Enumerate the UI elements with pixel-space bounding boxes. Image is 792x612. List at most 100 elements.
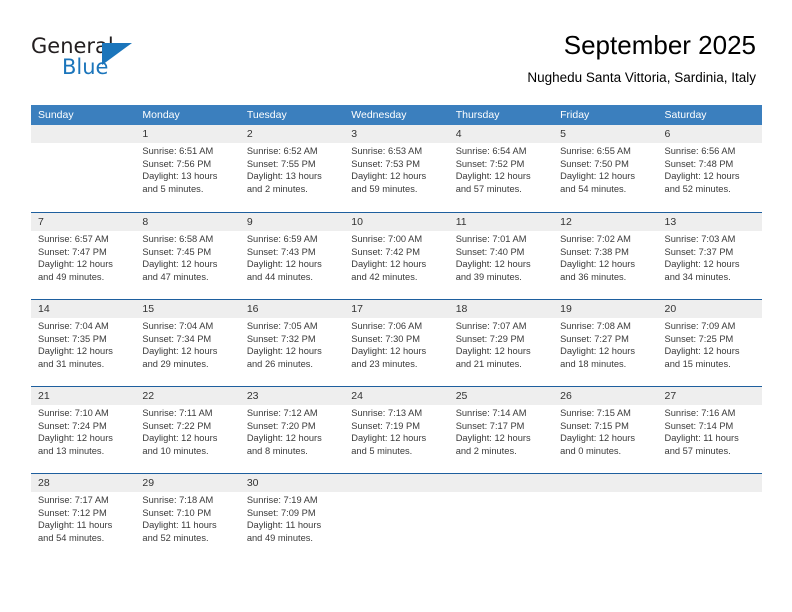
day-sun-info: Sunrise: 7:18 AM Sunset: 7:10 PM Daylight:… xyxy=(142,492,239,544)
daylight-text-line1: Daylight: 12 hours xyxy=(351,346,427,357)
calendar-weeks: 1 Sunrise: 6:51 AM Sunset: 7:56 PM Daylight… xyxy=(31,125,762,560)
day-sun-info: Sunrise: 7:00 AM Sunset: 7:42 PM Daylight:… xyxy=(351,231,448,283)
calendar-week-row: 14 Sunrise: 7:04 AM Sunset: 7:35 PM Dayligh… xyxy=(31,299,762,386)
calendar-day-cell[interactable]: 5 Sunrise: 6:55 AM Sunset: 7:50 PM Daylight… xyxy=(553,125,657,212)
daylight-text-line2: and 5 minutes. xyxy=(142,183,204,194)
calendar-day-cell[interactable]: 14 Sunrise: 7:04 AM Sunset: 7:35 PM Dayligh… xyxy=(31,300,135,386)
day-number: 7 xyxy=(38,216,44,228)
daylight-text-line1: Daylight: 12 hours xyxy=(142,346,218,357)
calendar-day-cell[interactable]: 12 Sunrise: 7:02 AM Sunset: 7:38 PM Dayligh… xyxy=(553,213,657,299)
page-subtitle: Nughedu Santa Vittoria, Sardinia, Italy xyxy=(527,70,756,85)
calendar-day-cell[interactable]: 16 Sunrise: 7:05 AM Sunset: 7:32 PM Dayligh… xyxy=(240,300,344,386)
calendar-day-cell[interactable]: 20 Sunrise: 7:09 AM Sunset: 7:25 PM Dayligh… xyxy=(658,300,762,386)
general-blue-logo: General Blue xyxy=(31,34,161,82)
calendar-week-row: 28 Sunrise: 7:17 AM Sunset: 7:12 PM Dayligh… xyxy=(31,473,762,560)
sunset-text: Sunset: 7:56 PM xyxy=(142,158,212,169)
day-number: 28 xyxy=(38,477,50,489)
day-number: 13 xyxy=(664,216,677,228)
calendar-day-cell[interactable]: 6 Sunrise: 6:56 AM Sunset: 7:48 PM Daylight… xyxy=(658,125,762,212)
calendar-day-cell[interactable]: 23 Sunrise: 7:12 AM Sunset: 7:20 PM Dayligh… xyxy=(240,387,344,473)
day-sun-info: Sunrise: 6:53 AM Sunset: 7:53 PM Daylight:… xyxy=(351,143,448,195)
calendar-day-cell[interactable]: 1 Sunrise: 6:51 AM Sunset: 7:56 PM Daylight… xyxy=(135,125,239,212)
daylight-text-line2: and 44 minutes. xyxy=(246,271,313,282)
sunset-text: Sunset: 7:52 PM xyxy=(455,158,525,169)
daylight-text-line2: and 57 minutes. xyxy=(664,445,731,456)
day-number: 21 xyxy=(38,390,50,402)
calendar-day-cell[interactable]: 27 Sunrise: 7:16 AM Sunset: 7:14 PM Dayligh… xyxy=(658,387,762,473)
calendar-day-cell[interactable]: 10 Sunrise: 7:00 AM Sunset: 7:42 PM Dayligh… xyxy=(344,213,448,299)
daylight-text-line1: Daylight: 12 hours xyxy=(351,433,427,444)
sunset-text: Sunset: 7:35 PM xyxy=(38,333,107,344)
daylight-text-line2: and 59 minutes. xyxy=(351,183,418,194)
day-number: 26 xyxy=(560,390,572,402)
calendar-day-cell-empty xyxy=(553,474,657,560)
daylight-text-line2: and 18 minutes. xyxy=(560,358,627,369)
calendar-day-cell[interactable]: 26 Sunrise: 7:15 AM Sunset: 7:15 PM Dayligh… xyxy=(553,387,657,473)
calendar-day-cell[interactable]: 19 Sunrise: 7:08 AM Sunset: 7:27 PM Dayligh… xyxy=(553,300,657,386)
day-sun-info: Sunrise: 7:19 AM Sunset: 7:09 PM Daylight:… xyxy=(247,492,344,544)
calendar-day-cell[interactable]: 18 Sunrise: 7:07 AM Sunset: 7:29 PM Dayligh… xyxy=(449,300,553,386)
day-number: 1 xyxy=(142,128,149,140)
calendar-page: General Blue September 2025 Nughedu Sant… xyxy=(0,0,792,612)
sunset-text: Sunset: 7:15 PM xyxy=(560,420,629,431)
calendar-day-cell[interactable]: 17 Sunrise: 7:06 AM Sunset: 7:30 PM Dayligh… xyxy=(344,300,448,386)
calendar-day-cell[interactable]: 29 Sunrise: 7:18 AM Sunset: 7:10 PM Dayligh… xyxy=(135,474,239,560)
calendar-day-cell[interactable]: 24 Sunrise: 7:13 AM Sunset: 7:19 PM Dayligh… xyxy=(344,387,448,473)
calendar-day-cell[interactable]: 7 Sunrise: 6:57 AM Sunset: 7:47 PM Daylight… xyxy=(31,213,135,299)
daylight-text-line1: Daylight: 12 hours xyxy=(246,433,322,444)
sunrise-text: Sunrise: 7:06 AM xyxy=(351,321,423,331)
day-sun-info: Sunrise: 7:10 AM Sunset: 7:24 PM Daylight:… xyxy=(38,405,135,457)
daylight-text-line2: and 57 minutes. xyxy=(455,183,522,194)
day-number: 11 xyxy=(455,216,467,228)
calendar-day-cell[interactable]: 22 Sunrise: 7:11 AM Sunset: 7:22 PM Dayligh… xyxy=(135,387,239,473)
day-sun-info: Sunrise: 7:02 AM Sunset: 7:38 PM Daylight:… xyxy=(560,231,657,283)
calendar-day-cell[interactable]: 9 Sunrise: 6:59 AM Sunset: 7:43 PM Daylight… xyxy=(240,213,344,299)
daylight-text-line2: and 54 minutes. xyxy=(560,183,627,194)
calendar-day-cell[interactable]: 15 Sunrise: 7:04 AM Sunset: 7:34 PM Dayligh… xyxy=(135,300,239,386)
sunset-text: Sunset: 7:09 PM xyxy=(246,507,316,518)
sunrise-text: Sunrise: 6:53 AM xyxy=(351,146,423,156)
daylight-text-line2: and 15 minutes. xyxy=(664,358,731,369)
sunrise-text: Sunrise: 7:03 AM xyxy=(664,234,736,244)
sunrise-text: Sunrise: 6:57 AM xyxy=(38,234,109,244)
daylight-text-line2: and 49 minutes. xyxy=(38,271,105,282)
calendar-day-cell[interactable]: 3 Sunrise: 6:53 AM Sunset: 7:53 PM Daylight… xyxy=(344,125,448,212)
sunset-text: Sunset: 7:38 PM xyxy=(560,246,629,257)
calendar-day-cell[interactable]: 28 Sunrise: 7:17 AM Sunset: 7:12 PM Dayligh… xyxy=(31,474,135,560)
daylight-text-line2: and 36 minutes. xyxy=(560,271,627,282)
sunrise-text: Sunrise: 7:05 AM xyxy=(246,321,318,331)
daylight-text-line1: Daylight: 13 hours xyxy=(142,171,218,182)
sunset-text: Sunset: 7:24 PM xyxy=(38,420,107,431)
calendar-day-cell[interactable]: 21 Sunrise: 7:10 AM Sunset: 7:24 PM Dayligh… xyxy=(31,387,135,473)
daylight-text-line1: Daylight: 12 hours xyxy=(142,433,218,444)
day-sun-info: Sunrise: 7:15 AM Sunset: 7:15 PM Daylight:… xyxy=(560,405,657,457)
weekday-header-monday: Monday xyxy=(142,109,180,121)
day-number: 23 xyxy=(246,390,259,402)
daylight-text-line1: Daylight: 11 hours xyxy=(38,520,113,531)
calendar-day-cell[interactable]: 13 Sunrise: 7:03 AM Sunset: 7:37 PM Dayligh… xyxy=(658,213,762,299)
calendar-week-cells: 1 Sunrise: 6:51 AM Sunset: 7:56 PM Daylight… xyxy=(31,125,762,212)
weekday-header-friday: Friday xyxy=(560,109,590,121)
daylight-text-line2: and 26 minutes. xyxy=(246,358,313,369)
page-header: General Blue September 2025 Nughedu Sant… xyxy=(0,0,792,98)
calendar-day-cell[interactable]: 8 Sunrise: 6:58 AM Sunset: 7:45 PM Daylight… xyxy=(135,213,239,299)
daylight-text-line1: Daylight: 12 hours xyxy=(38,433,113,444)
daylight-text-line2: and 47 minutes. xyxy=(142,271,209,282)
sunrise-text: Sunrise: 7:10 AM xyxy=(38,408,109,418)
day-sun-info: Sunrise: 7:05 AM Sunset: 7:32 PM Daylight:… xyxy=(247,318,344,370)
calendar-day-cell[interactable]: 30 Sunrise: 7:19 AM Sunset: 7:09 PM Dayligh… xyxy=(240,474,344,560)
weekday-header-sunday: Sunday xyxy=(38,109,74,121)
daylight-text-line1: Daylight: 11 hours xyxy=(664,433,739,444)
daylight-text-line1: Daylight: 12 hours xyxy=(351,259,427,270)
sunrise-text: Sunrise: 7:01 AM xyxy=(455,234,527,244)
calendar-day-cell[interactable]: 2 Sunrise: 6:52 AM Sunset: 7:55 PM Daylight… xyxy=(240,125,344,212)
sunset-text: Sunset: 7:12 PM xyxy=(38,507,107,518)
calendar-day-cell[interactable]: 11 Sunrise: 7:01 AM Sunset: 7:40 PM Dayligh… xyxy=(449,213,553,299)
day-number: 12 xyxy=(560,216,572,228)
day-sun-info: Sunrise: 6:54 AM Sunset: 7:52 PM Daylight:… xyxy=(456,143,553,195)
day-sun-info: Sunrise: 7:04 AM Sunset: 7:34 PM Daylight:… xyxy=(142,318,239,370)
day-number: 9 xyxy=(246,216,253,228)
calendar-day-cell[interactable]: 25 Sunrise: 7:14 AM Sunset: 7:17 PM Dayligh… xyxy=(449,387,553,473)
daylight-text-line2: and 31 minutes. xyxy=(38,358,105,369)
calendar-day-cell[interactable]: 4 Sunrise: 6:54 AM Sunset: 7:52 PM Daylight… xyxy=(449,125,553,212)
